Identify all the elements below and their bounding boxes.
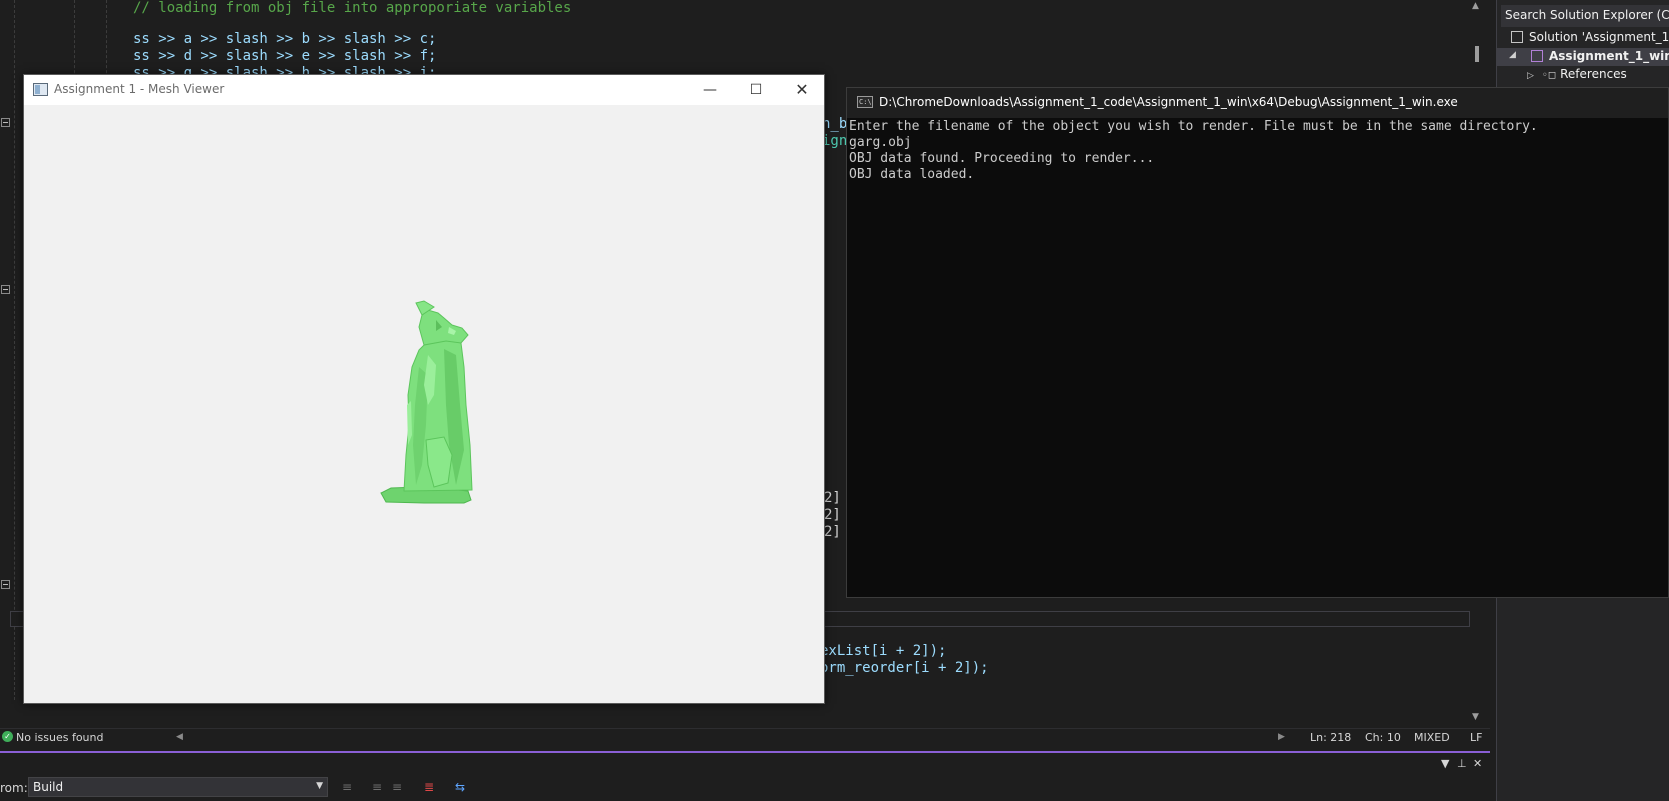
code-fragment: exList[i + 2]); — [820, 643, 947, 659]
references-icon: ◦◻ — [1541, 70, 1557, 81]
scroll-thumb[interactable] — [1475, 46, 1479, 62]
solution-search-input[interactable]: Search Solution Explorer (Ctrl+;) — [1501, 5, 1669, 27]
references-node[interactable]: ▷ ◦◻ References — [1527, 67, 1627, 81]
next-message-icon[interactable]: ≡ — [392, 780, 408, 794]
code-fragment: 2] — [824, 490, 841, 506]
output-panel: ▼ ⊥ ✕ rom: Build ▼ ≡ ≡ ≡ ≣ ⇆ — [0, 753, 1490, 801]
collapse-toggle[interactable] — [1, 285, 10, 294]
collapse-toggle[interactable] — [1, 118, 10, 127]
console-title-bar[interactable]: C:\ D:\ChromeDownloads\Assignment_1_code… — [847, 88, 1668, 118]
line-number[interactable]: Ln: 218 — [1310, 731, 1351, 744]
console-line: garg.obj — [849, 135, 912, 150]
word-wrap-icon[interactable]: ⇆ — [455, 780, 471, 794]
minimize-button[interactable]: — — [687, 75, 733, 105]
code-line[interactable]: ss >> d >> slash >> e >> slash >> f; — [133, 48, 436, 64]
collapsed-arrow-icon[interactable]: ▷ — [1527, 71, 1534, 81]
console-line: OBJ data found. Proceeding to render... — [849, 151, 1155, 166]
console-window[interactable]: C:\ D:\ChromeDownloads\Assignment_1_code… — [846, 87, 1669, 598]
code-fragment: 2] — [824, 524, 841, 540]
console-icon: C:\ — [857, 96, 873, 108]
console-title: D:\ChromeDownloads\Assignment_1_code\Ass… — [879, 95, 1458, 109]
code-fragment: 2] — [824, 507, 841, 523]
collapse-toggle[interactable] — [1, 580, 10, 589]
render-canvas[interactable] — [24, 105, 824, 703]
close-button[interactable]: ✕ — [779, 75, 825, 105]
output-source-select[interactable]: Build ▼ — [28, 777, 328, 797]
code-line[interactable]: ss >> a >> slash >> b >> slash >> c; — [133, 31, 436, 47]
output-source-label: rom: — [0, 781, 28, 795]
window-title: Assignment 1 - Mesh Viewer — [54, 82, 225, 96]
scroll-right-icon[interactable]: ▶ — [1278, 732, 1285, 742]
mesh-viewer-window[interactable]: Assignment 1 - Mesh Viewer — ☐ ✕ — [23, 74, 825, 704]
issues-status[interactable]: No issues found — [16, 731, 103, 744]
output-source-value: Build — [33, 780, 64, 794]
encoding-mode[interactable]: MIXED — [1414, 731, 1450, 744]
code-fragment: orm_reorder[i + 2]); — [820, 660, 989, 676]
console-output[interactable]: Enter the filename of the object you wis… — [849, 119, 1669, 183]
project-icon — [1531, 50, 1543, 62]
window-app-icon — [33, 83, 48, 96]
scroll-down-icon[interactable]: ▼ — [1472, 712, 1479, 722]
rendered-mesh — [380, 300, 473, 504]
column-number[interactable]: Ch: 10 — [1365, 731, 1401, 744]
chevron-down-icon: ▼ — [316, 781, 323, 791]
check-icon: ✓ — [2, 731, 13, 742]
editor-status-bar: ✓ No issues found ◀ ▶ Ln: 218 Ch: 10 MIX… — [0, 728, 1490, 746]
code-fragment: h_b — [822, 116, 848, 132]
solution-node[interactable]: Solution 'Assignment_1_w — [1511, 30, 1669, 44]
scroll-up-icon[interactable]: ▲ — [1472, 1, 1479, 11]
line-ending[interactable]: LF — [1470, 731, 1482, 744]
expand-arrow-icon[interactable]: ◢ — [1509, 50, 1516, 60]
clear-all-icon[interactable]: ≣ — [424, 780, 440, 794]
align-icon[interactable]: ≡ — [342, 780, 358, 794]
prev-message-icon[interactable]: ≡ — [372, 780, 388, 794]
code-comment[interactable]: // loading from obj file into approporia… — [133, 0, 571, 16]
indent-guide — [14, 0, 15, 700]
console-line: OBJ data loaded. — [849, 167, 975, 182]
solution-icon — [1511, 31, 1523, 43]
mesh-viewer-title-bar[interactable]: Assignment 1 - Mesh Viewer — ☐ ✕ — [24, 75, 824, 105]
project-node[interactable]: ◢ Assignment_1_win — [1497, 48, 1669, 66]
maximize-button[interactable]: ☐ — [733, 75, 779, 105]
close-icon[interactable]: ✕ — [1473, 757, 1482, 770]
pin-icon[interactable]: ⊥ — [1457, 757, 1467, 770]
dropdown-icon[interactable]: ▼ — [1441, 757, 1449, 770]
console-line: Enter the filename of the object you wis… — [849, 119, 1538, 134]
scroll-left-icon[interactable]: ◀ — [176, 732, 183, 742]
